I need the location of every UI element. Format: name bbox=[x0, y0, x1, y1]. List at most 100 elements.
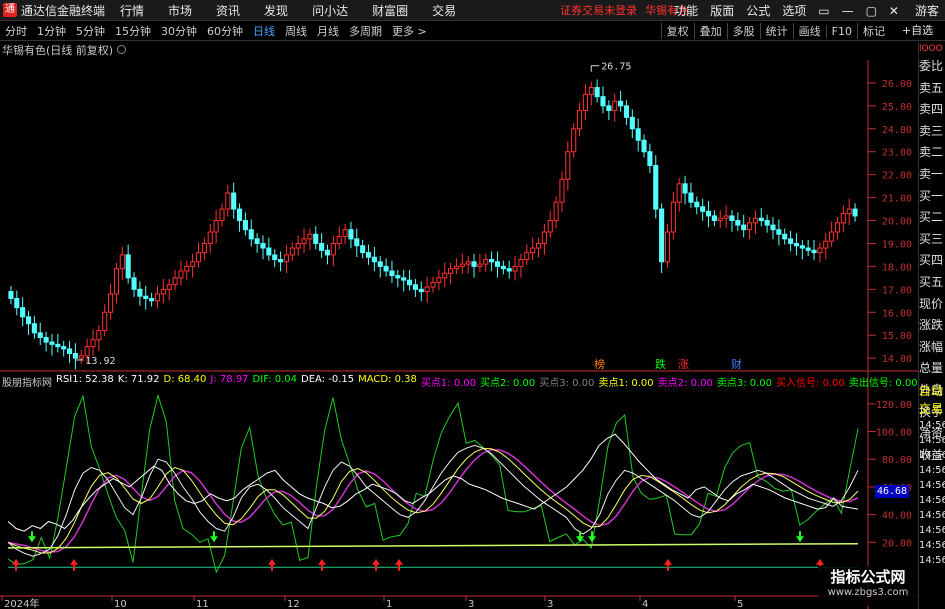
candle-body bbox=[242, 220, 248, 231]
event-markers: 榜 跌涨 财 bbox=[594, 357, 742, 371]
candle-body bbox=[231, 192, 237, 210]
candle-body bbox=[219, 208, 225, 222]
candle-body bbox=[201, 242, 207, 254]
candle-body bbox=[266, 247, 272, 256]
trade-log-3: 14:56 bbox=[919, 435, 945, 446]
indicator-value-4: J: 78.97 bbox=[210, 374, 249, 385]
time-tick-label: 1 bbox=[386, 599, 392, 609]
candle-body bbox=[612, 100, 618, 111]
candle-body bbox=[588, 87, 594, 95]
candle-body bbox=[418, 288, 424, 293]
indicator-current-value: 46.68 bbox=[875, 485, 909, 498]
quote-field-13: 涨幅 bbox=[919, 339, 944, 354]
candle-body bbox=[500, 265, 506, 270]
indicator-value-5: DIF: 0.04 bbox=[252, 374, 297, 385]
candle-body bbox=[535, 242, 542, 249]
candle-body bbox=[682, 183, 688, 194]
candle-body bbox=[582, 93, 588, 111]
indicator-value-9: 买点2: 0.00 bbox=[480, 378, 536, 389]
high-price-label: 26.75 bbox=[601, 62, 631, 73]
candle-body bbox=[659, 208, 665, 263]
event-marker-1[interactable]: 跌 bbox=[655, 357, 666, 371]
candle-body bbox=[102, 311, 108, 332]
candle-body bbox=[752, 217, 758, 224]
candle-body bbox=[237, 208, 243, 222]
candle-body bbox=[389, 270, 395, 277]
quote-field-9: 买四 bbox=[919, 253, 944, 268]
trade-log-2: 14:56 bbox=[919, 420, 945, 431]
candle-body bbox=[395, 275, 401, 279]
candle-body bbox=[829, 231, 835, 242]
candle-body bbox=[377, 261, 383, 267]
candle-body bbox=[799, 245, 805, 249]
sell-arrow bbox=[576, 531, 584, 543]
price-tick-label: 14.00 bbox=[882, 354, 912, 365]
quote-field-0: 委比 bbox=[919, 59, 944, 73]
candle-body bbox=[72, 353, 78, 359]
candle-body bbox=[78, 355, 84, 359]
candle-body bbox=[319, 242, 325, 251]
indicator-tick-label: 100.00 bbox=[876, 428, 912, 439]
candle-body bbox=[793, 242, 799, 247]
candle-body bbox=[84, 346, 90, 357]
candle-body bbox=[190, 261, 196, 267]
time-tick-label: 12 bbox=[287, 599, 300, 609]
candle-body bbox=[741, 224, 747, 231]
candle-body bbox=[577, 109, 583, 130]
low-price-label: 13.92 bbox=[85, 356, 115, 367]
event-marker-2[interactable]: 涨 bbox=[678, 358, 689, 371]
quote-field-1: 卖五 bbox=[919, 80, 944, 95]
quote-field-10: 买五 bbox=[919, 274, 944, 289]
indicator-value-3: D: 68.40 bbox=[163, 374, 207, 385]
price-tick-label: 25.00 bbox=[882, 102, 912, 113]
trade-log-6: 14:56 bbox=[919, 480, 945, 491]
candle-body bbox=[295, 242, 301, 249]
candle-body bbox=[272, 254, 278, 261]
candle-body bbox=[547, 220, 553, 233]
price-axis-labels: 14.00 15.00 16.00 17.00 18.00 19.00 20.00 21.00… bbox=[882, 79, 912, 365]
sell-arrow bbox=[588, 531, 596, 543]
candle-body bbox=[365, 252, 372, 258]
indicator-tick-label: 40.00 bbox=[882, 511, 912, 522]
quote-field-4: 卖二 bbox=[919, 145, 944, 160]
trade-log-7: 14:56 bbox=[919, 495, 945, 506]
trade-log-11: 14:56 bbox=[919, 555, 945, 566]
quote-field-2: 卖四 bbox=[919, 102, 944, 117]
candle-body bbox=[717, 217, 723, 222]
candle-body bbox=[518, 259, 524, 267]
event-marker-0[interactable]: 榜 bbox=[594, 357, 605, 371]
candle-body bbox=[401, 277, 407, 281]
candle-body bbox=[524, 252, 530, 261]
indicator-value-11: 卖点1: 0.00 bbox=[598, 378, 654, 389]
candle-body bbox=[817, 247, 823, 254]
quote-field-6: 买一 bbox=[919, 188, 944, 203]
indicator-tick-label: 20.00 bbox=[882, 538, 912, 549]
candle-body bbox=[61, 346, 67, 350]
quote-field-14: 总量 bbox=[919, 361, 944, 376]
candle-body bbox=[465, 261, 471, 265]
event-marker-3[interactable]: 财 bbox=[731, 357, 742, 371]
trade-log-1: 交易 bbox=[919, 402, 944, 416]
candle-body bbox=[371, 256, 377, 263]
watermark-title: 指标公式网 bbox=[830, 568, 906, 586]
candle-body bbox=[25, 316, 32, 325]
quote-side-panel: lOOO 委比 卖五 卖四 卖三 卖二 卖一 买一 买二 买三 买四 买五 现价 涨跌 涨幅 总量 外盘 换手净… bbox=[918, 42, 945, 609]
quote-field-5: 卖一 bbox=[919, 166, 944, 181]
candle-body bbox=[407, 279, 413, 286]
candle-body bbox=[594, 87, 600, 98]
indicator-axis-labels: 20.0040.0060.0080.00100.00120.00 bbox=[876, 400, 912, 549]
indicator-value-12: 卖点2: 0.00 bbox=[657, 378, 713, 389]
candle-body bbox=[149, 297, 155, 302]
ma-line bbox=[7, 449, 859, 553]
candle-body bbox=[494, 261, 501, 267]
candle-body bbox=[565, 151, 571, 180]
candle-body bbox=[512, 265, 518, 272]
kline-chart[interactable]: 14.00 15.00 16.00 17.00 18.00 19.00 20.00 21.00… bbox=[0, 0, 918, 609]
candle-body bbox=[330, 242, 336, 256]
candle-body bbox=[137, 288, 143, 297]
candle-body bbox=[119, 254, 125, 270]
candle-body bbox=[459, 263, 465, 267]
candle-body bbox=[8, 291, 14, 299]
price-tick-label: 16.00 bbox=[882, 308, 912, 319]
time-tick-label: 11 bbox=[196, 599, 209, 609]
